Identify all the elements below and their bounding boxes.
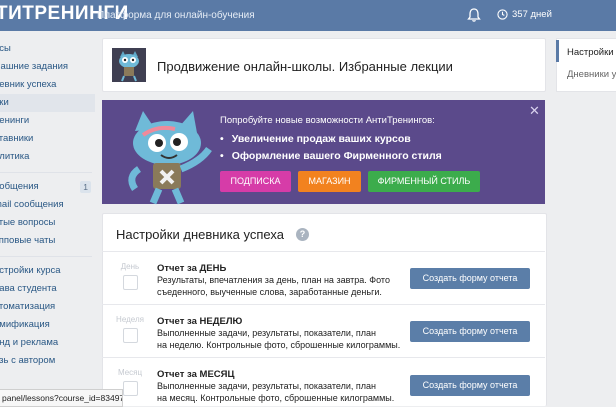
create-month-report-button[interactable]: Создать форму отчета: [410, 375, 530, 396]
sidebar-item-label: ренинги: [0, 115, 30, 126]
shop-button[interactable]: МАГАЗИН: [298, 171, 361, 192]
sidebar-item-label: ймификация: [0, 319, 50, 330]
report-divider: [102, 357, 545, 358]
sidebar-item-homework[interactable]: машние задания: [0, 58, 95, 76]
sidebar-item-label: ставники: [0, 133, 34, 144]
sidebar-item-label: упповые чаты: [0, 235, 56, 246]
report-divider: [102, 304, 545, 305]
sidebar-item-label: стые вопросы: [0, 217, 56, 228]
sidebar-item-label: алитика: [0, 151, 30, 162]
report-title: Отчет за НЕДЕЛЮ: [157, 316, 243, 327]
report-description-line: Результаты, впечатления за день, план на…: [157, 275, 390, 285]
sidebar-item-contact-author[interactable]: язь с автором: [0, 352, 95, 370]
sidebar-item-label: енд и реклама: [0, 337, 59, 348]
sidebar-divider: [0, 256, 92, 257]
create-week-report-button[interactable]: Создать форму отчета: [410, 321, 530, 342]
sidebar-item-student-rights[interactable]: рава студента: [0, 280, 95, 298]
promo-close-icon[interactable]: ✕: [529, 103, 540, 119]
report-checkbox-icon: [123, 275, 138, 290]
section-title: Настройки дневника успеха: [116, 227, 284, 242]
report-description: Результаты, впечатления за день, план на…: [157, 274, 402, 298]
right-nav-active-indicator: [556, 40, 559, 62]
sidebar-item-automation[interactable]: втоматизация: [0, 298, 95, 316]
help-icon[interactable]: ?: [296, 228, 309, 241]
sidebar-item-brand-ads[interactable]: енд и реклама: [0, 334, 95, 352]
report-description-line: на неделю. Контрольные фото, сброшенные …: [157, 340, 401, 350]
report-description-line: Выполненные задачи, результаты, показате…: [157, 381, 376, 391]
report-description-line: съеденного, выученные слова, заработанны…: [157, 287, 382, 297]
right-nav-settings[interactable]: Настройки: [567, 47, 614, 58]
page-title: Продвижение онлайн-школы. Избранные лекц…: [157, 59, 453, 74]
days-remaining-label: 357 дней: [512, 9, 552, 20]
section-divider: [102, 251, 545, 252]
status-bar-url: panel/lessons?course_id=83497: [0, 389, 123, 407]
right-nav-diaries[interactable]: Дневники у: [567, 69, 616, 80]
sidebar-item-label: втоматизация: [0, 301, 56, 312]
sidebar: рсы машние задания невник успеха оки рен…: [0, 31, 95, 405]
subscription-days[interactable]: 357 дней: [497, 9, 552, 20]
cat-mascot-icon: [112, 48, 146, 82]
clock-icon: [497, 9, 508, 20]
subscription-button[interactable]: ПОДПИСКА: [220, 171, 291, 192]
report-description-line: Выполненные задачи, результаты, показате…: [157, 328, 376, 338]
promo-headline: Попробуйте новые возможности АнтиТренинг…: [220, 115, 435, 126]
brand-style-button[interactable]: ФИРМЕННЫЙ СТИЛЬ: [368, 171, 480, 192]
sidebar-item-label: машние задания: [0, 61, 69, 72]
sidebar-item-label: невник успеха: [0, 79, 57, 90]
report-checkbox-icon: [123, 328, 138, 343]
sidebar-item-analytics[interactable]: алитика: [0, 148, 95, 166]
promo-bullet: Оформление вашего Фирменного стиля: [220, 150, 442, 162]
report-description: Выполненные задачи, результаты, показате…: [157, 327, 402, 351]
sidebar-item-label: ообщения: [0, 181, 39, 192]
report-icon-label: Неделя: [116, 315, 144, 324]
report-title: Отчет за МЕСЯЦ: [157, 369, 235, 380]
report-icon-label: Месяц: [117, 368, 143, 377]
promo-bullet: Увеличение продаж ваших курсов: [220, 133, 411, 145]
brand-tagline: Платформа для онлайн-обучения: [97, 10, 255, 21]
sidebar-item-label: mail сообщения: [0, 199, 64, 210]
sidebar-item-label: рсы: [0, 43, 11, 54]
sidebar-item-messages[interactable]: ообщения 1: [0, 178, 95, 196]
sidebar-item-lessons[interactable]: оки: [0, 94, 95, 112]
sidebar-item-success-diary[interactable]: невник успеха: [0, 76, 95, 94]
create-day-report-button[interactable]: Создать форму отчета: [410, 268, 530, 289]
day-report-icon: День: [113, 262, 147, 296]
sidebar-item-faq[interactable]: стые вопросы: [0, 214, 95, 232]
sidebar-item-course-settings[interactable]: астройки курса: [0, 262, 95, 280]
report-checkbox-icon: [123, 381, 138, 396]
messages-count-badge: 1: [80, 181, 91, 193]
sidebar-item-courses[interactable]: рсы: [0, 40, 95, 58]
report-title: Отчет за ДЕНЬ: [157, 263, 227, 274]
sidebar-item-label: астройки курса: [0, 265, 61, 276]
report-description: Выполненные задачи, результаты, показате…: [157, 380, 402, 404]
sidebar-divider: [0, 172, 92, 173]
bell-icon[interactable]: [466, 7, 482, 23]
sidebar-item-trainings[interactable]: ренинги: [0, 112, 95, 130]
course-thumbnail[interactable]: [112, 48, 146, 82]
course-header-card: Продвижение онлайн-школы. Избранные лекц…: [102, 38, 546, 92]
sidebar-item-label: оки: [0, 97, 9, 108]
sidebar-item-mentors[interactable]: ставники: [0, 130, 95, 148]
cat-mascot-illustration: [128, 111, 212, 205]
sidebar-item-gamification[interactable]: ймификация: [0, 316, 95, 334]
week-report-icon: Неделя: [113, 315, 147, 349]
sidebar-item-label: рава студента: [0, 283, 57, 294]
report-description-line: на месяц. Контрольные фото, сброшенные к…: [157, 393, 395, 403]
sidebar-item-label: язь с автором: [0, 355, 56, 366]
sidebar-item-email-messages[interactable]: mail сообщения: [0, 196, 95, 214]
report-icon-label: День: [120, 262, 140, 271]
sidebar-item-group-chats[interactable]: упповые чаты: [0, 232, 95, 250]
